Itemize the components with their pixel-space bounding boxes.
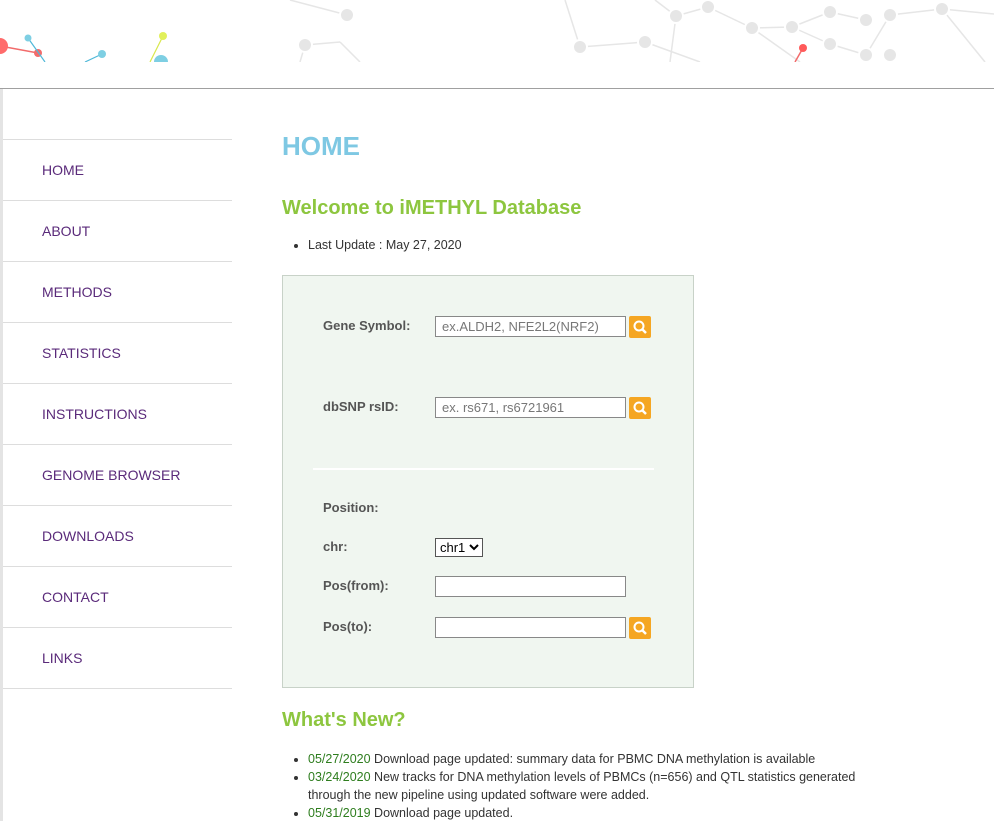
last-update: Last Update : May 27, 2020 <box>308 238 462 252</box>
news-item: 05/27/2020 Download page updated: summar… <box>308 750 855 768</box>
news-text: New tracks for DNA methylation levels of… <box>370 770 856 784</box>
pos-to-input[interactable] <box>435 617 626 638</box>
welcome-heading: Welcome to iMETHYL Database <box>282 197 582 219</box>
nav-genome-browser[interactable]: GENOME BROWSER <box>3 445 232 506</box>
search-panel: Gene Symbol: dbSNP rsID: Position: chr: … <box>282 275 694 688</box>
pos-from-label: Pos(from): <box>323 578 389 593</box>
gene-symbol-input[interactable] <box>435 316 626 337</box>
magnifier-icon <box>633 621 647 635</box>
position-label: Position: <box>323 500 379 515</box>
gene-symbol-label: Gene Symbol: <box>323 318 411 333</box>
whats-new-heading: What's New? <box>282 709 406 731</box>
news-text-cont: through the new pipeline using updated s… <box>308 788 650 802</box>
header-banner <box>0 0 994 62</box>
nav-about[interactable]: ABOUT <box>3 201 232 262</box>
news-text: Download page updated: summary data for … <box>370 752 816 766</box>
magnifier-icon <box>633 320 647 334</box>
nav-instructions[interactable]: INSTRUCTIONS <box>3 384 232 445</box>
nav-links[interactable]: LINKS <box>3 628 232 689</box>
news-date: 03/24/2020 <box>308 770 371 784</box>
sidebar: HOME ABOUT METHODS STATISTICS INSTRUCTIO… <box>0 89 232 821</box>
network-decoration <box>0 0 994 62</box>
news-list: 05/27/2020 Download page updated: summar… <box>308 750 855 822</box>
dbsnp-label: dbSNP rsID: <box>323 399 399 414</box>
dbsnp-input[interactable] <box>435 397 626 418</box>
nav-statistics[interactable]: STATISTICS <box>3 323 232 384</box>
chr-label: chr: <box>323 539 348 554</box>
nav-downloads[interactable]: DOWNLOADS <box>3 506 232 567</box>
news-text: Download page updated. <box>370 806 514 820</box>
gene-search-button[interactable] <box>629 316 651 338</box>
update-list: Last Update : May 27, 2020 <box>308 238 462 252</box>
news-date: 05/31/2019 <box>308 806 371 820</box>
news-item: 03/24/2020 New tracks for DNA methylatio… <box>308 768 855 804</box>
nav-contact[interactable]: CONTACT <box>3 567 232 628</box>
panel-divider <box>313 468 654 470</box>
pos-to-label: Pos(to): <box>323 619 373 634</box>
news-item: 05/31/2019 Download page updated. <box>308 804 855 822</box>
dbsnp-search-button[interactable] <box>629 397 651 419</box>
position-search-button[interactable] <box>629 617 651 639</box>
chr-select[interactable]: chr1 <box>435 538 483 557</box>
nav-methods[interactable]: METHODS <box>3 262 232 323</box>
page-title: HOME <box>282 131 360 161</box>
magnifier-icon <box>633 401 647 415</box>
nav-home[interactable]: HOME <box>3 140 232 201</box>
news-date: 05/27/2020 <box>308 752 371 766</box>
pos-from-input[interactable] <box>435 576 626 597</box>
sidebar-nav: HOME ABOUT METHODS STATISTICS INSTRUCTIO… <box>3 139 232 689</box>
